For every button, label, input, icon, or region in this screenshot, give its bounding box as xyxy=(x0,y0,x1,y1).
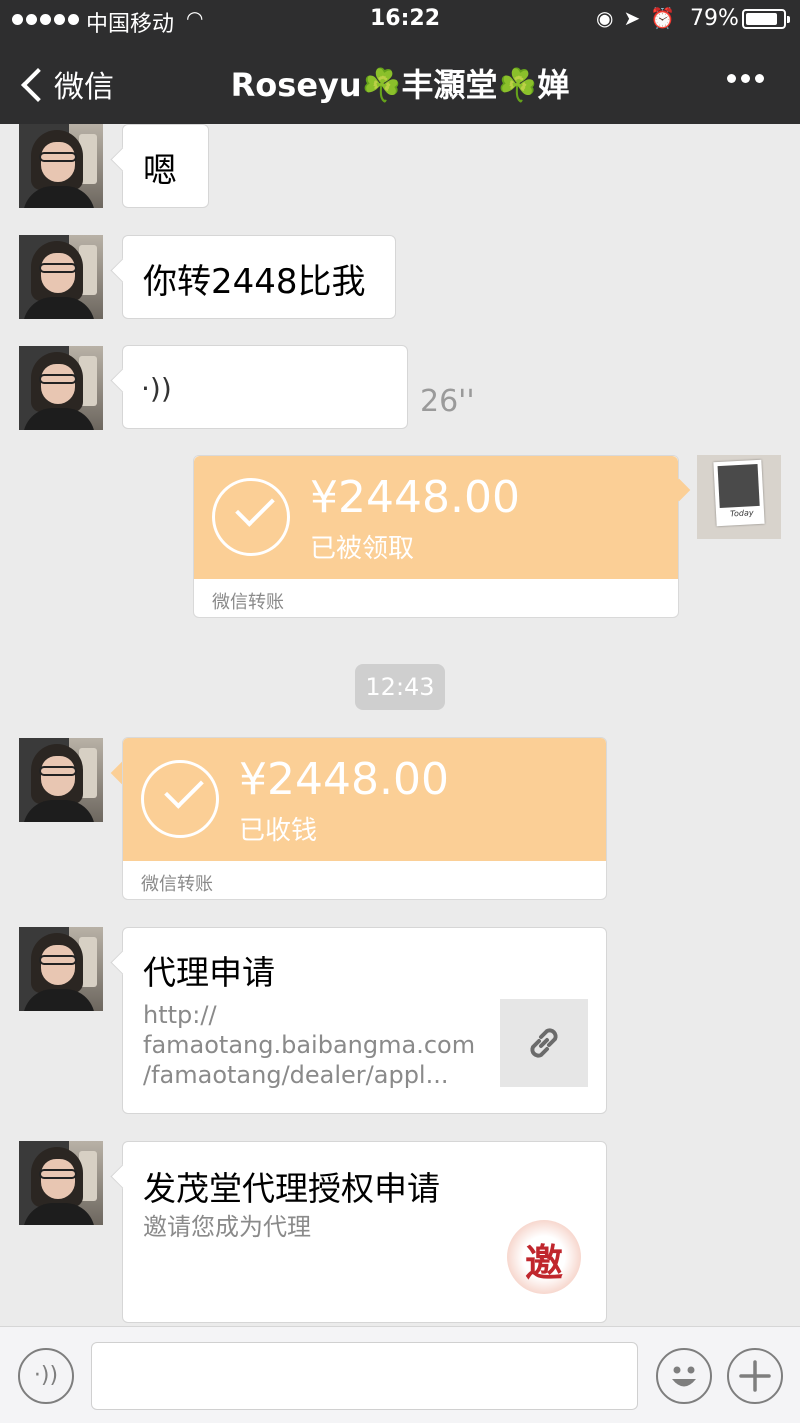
transfer-amount: ¥2448.00 xyxy=(239,754,449,805)
voice-input-button[interactable]: ·)) xyxy=(18,1348,74,1404)
voice-wave-icon: ·)) xyxy=(33,1363,59,1388)
link-url-line: /famaotang/dealer/appl... xyxy=(143,1061,449,1089)
chat-messages[interactable]: 嗯 你转2448比我 ·)) 26'' Today ¥2448.00 已被领取 … xyxy=(0,124,800,1326)
link-card[interactable]: 代理申请 http:// famaotang.baibangma.com /fa… xyxy=(122,927,607,1114)
message-text: 嗯 xyxy=(143,151,177,191)
time-divider: 12:43 xyxy=(355,664,445,710)
link-url-line: famaotang.baibangma.com xyxy=(143,1031,476,1059)
more-options-button[interactable] xyxy=(727,74,764,83)
transfer-label: 微信转账 xyxy=(141,874,213,895)
wifi-icon: ◠ xyxy=(186,6,204,30)
smiley-icon xyxy=(672,1366,696,1387)
avatar[interactable] xyxy=(19,235,103,319)
avatar[interactable] xyxy=(19,1141,103,1225)
invite-seal-icon: 邀 xyxy=(507,1220,581,1294)
transfer-label: 微信转账 xyxy=(212,592,284,613)
battery-percent: 79% xyxy=(690,6,739,31)
location-icon: ➤ xyxy=(623,6,651,30)
voice-wave-icon: ·)) xyxy=(141,372,172,405)
input-bar: ·)) xyxy=(0,1326,800,1423)
my-avatar[interactable]: Today xyxy=(697,455,781,539)
transfer-card-sent[interactable]: ¥2448.00 已被领取 微信转账 xyxy=(193,455,679,618)
signal-strength-icon xyxy=(12,9,79,25)
link-title: 代理申请 xyxy=(143,953,275,992)
transfer-status: 已收钱 xyxy=(239,816,318,846)
battery-icon xyxy=(742,9,790,29)
link-url-line: http:// xyxy=(143,1001,217,1029)
rotation-lock-icon: ◉ xyxy=(596,6,624,30)
message-input[interactable] xyxy=(91,1342,638,1410)
emoji-button[interactable] xyxy=(656,1348,712,1404)
transfer-card-received[interactable]: ¥2448.00 已收钱 微信转账 xyxy=(122,737,607,900)
invite-card[interactable]: 发茂堂代理授权申请 邀请您成为代理 邀 xyxy=(122,1141,607,1323)
voice-message-bubble[interactable]: ·)) xyxy=(122,345,408,429)
message-bubble[interactable]: 你转2448比我 xyxy=(122,235,396,319)
avatar[interactable] xyxy=(19,927,103,1011)
invite-subtitle: 邀请您成为代理 xyxy=(143,1213,311,1241)
carrier-label: 中国移动 xyxy=(86,12,175,37)
invite-title: 发茂堂代理授权申请 xyxy=(143,1169,440,1208)
status-icons: ◉➤⏰ xyxy=(596,6,685,30)
transfer-amount: ¥2448.00 xyxy=(310,472,520,523)
alarm-icon: ⏰ xyxy=(650,6,686,30)
avatar[interactable] xyxy=(19,738,103,822)
status-bar: 中国移动 ◠ 16:22 ◉➤⏰ 79% xyxy=(0,0,800,40)
link-icon xyxy=(500,999,588,1087)
avatar[interactable] xyxy=(19,346,103,430)
top-bar: 中国移动 ◠ 16:22 ◉➤⏰ 79% 微信 Roseyu☘️丰灝堂☘️婵 xyxy=(0,0,800,124)
chat-title: Roseyu☘️丰灝堂☘️婵 xyxy=(230,66,570,104)
plus-icon xyxy=(739,1360,771,1392)
status-time: 16:22 xyxy=(370,6,441,31)
voice-duration: 26'' xyxy=(420,384,475,419)
avatar[interactable] xyxy=(19,124,103,208)
check-circle-icon xyxy=(212,478,290,556)
plus-button[interactable] xyxy=(727,1348,783,1404)
message-bubble[interactable]: 嗯 xyxy=(122,124,209,208)
message-text: 你转2448比我 xyxy=(143,262,366,302)
check-circle-icon xyxy=(141,760,219,838)
transfer-status: 已被领取 xyxy=(310,534,415,564)
